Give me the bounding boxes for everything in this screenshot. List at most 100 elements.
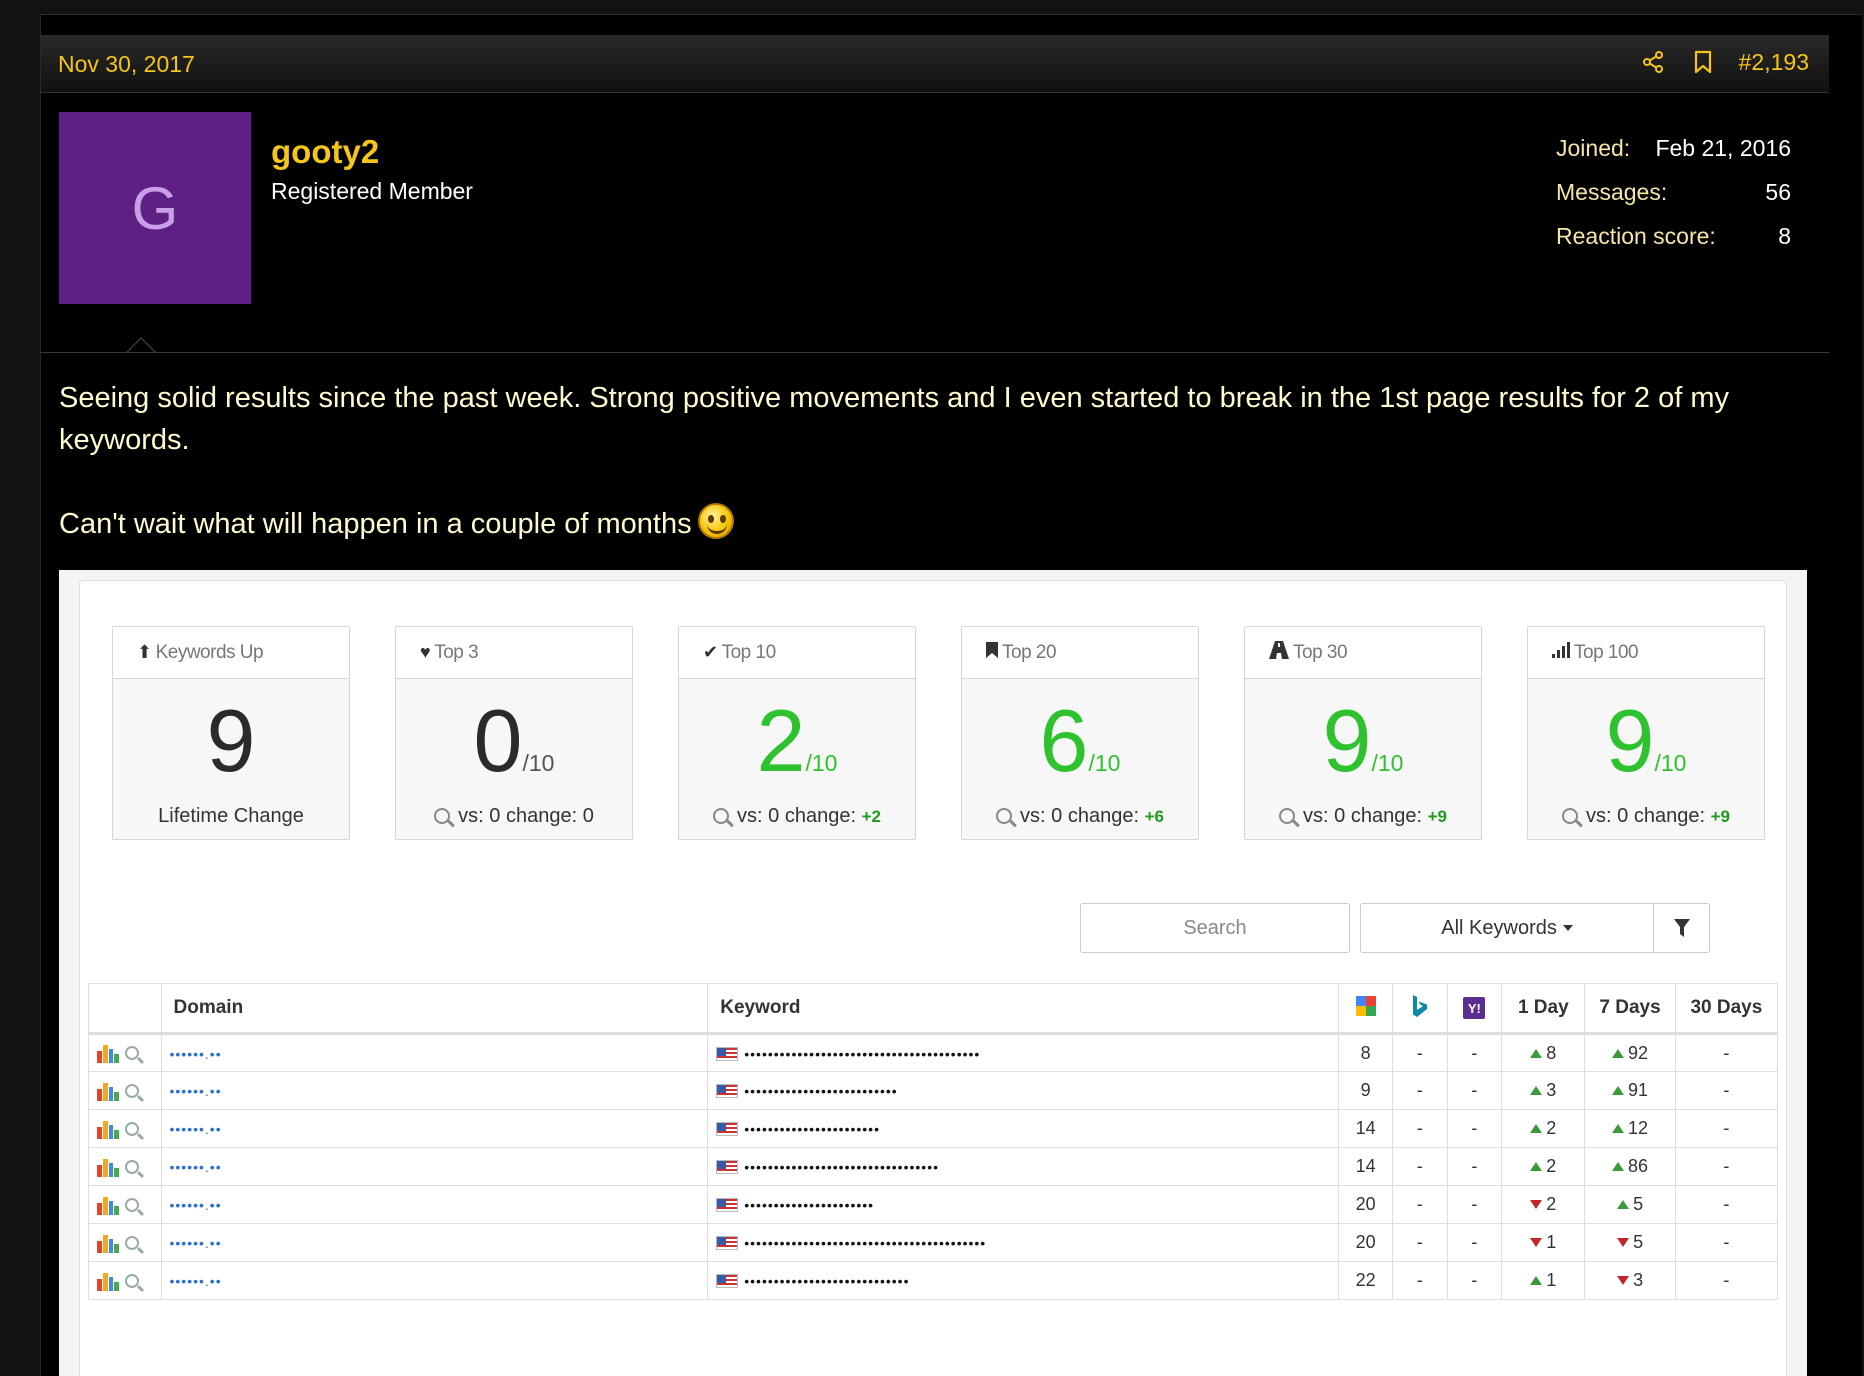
domain-link[interactable]: ••••••.•• — [170, 1197, 222, 1213]
chart-icon[interactable] — [97, 1119, 119, 1139]
filter-icon[interactable] — [1653, 904, 1709, 952]
arrow-up-icon — [1617, 1200, 1630, 1209]
card-number: 9 — [206, 691, 256, 790]
check-icon: ✔ — [703, 642, 718, 662]
username-link[interactable]: gooty2 — [271, 133, 379, 171]
table-row[interactable]: ••••••.•• •••••••••••••••••••••••••• 9- -3 9… — [88, 1071, 1779, 1110]
domain-link[interactable]: ••••••.•• — [170, 1083, 222, 1099]
card-denominator: /10 — [1371, 750, 1404, 776]
bing-rank: - — [1391, 1185, 1448, 1224]
message-pointer — [125, 337, 157, 354]
search-input[interactable]: Search — [1080, 903, 1350, 953]
day30-header[interactable]: 30 Days — [1674, 983, 1779, 1035]
stat-value: Feb 21, 2016 — [1655, 135, 1791, 161]
day1-header[interactable]: 1 Day — [1501, 983, 1586, 1035]
bing-rank: - — [1391, 1071, 1448, 1110]
day7-value: 86 — [1628, 1156, 1649, 1176]
day1-change: 3 — [1501, 1071, 1586, 1110]
bookmark-icon[interactable] — [1689, 47, 1717, 77]
domain-cell[interactable]: ••••••.•• — [160, 1147, 709, 1186]
domain-cell[interactable]: ••••••.•• — [160, 1109, 709, 1148]
day7-change: 91 — [1584, 1071, 1676, 1110]
search-icon — [434, 808, 451, 824]
card-change: +9 — [1710, 807, 1730, 826]
signal-icon — [1552, 642, 1570, 663]
table-row[interactable]: ••••••.•• •••••••••••••••••••••••••••••••… — [88, 1033, 1779, 1072]
day1-value: 2 — [1546, 1118, 1557, 1138]
keyword-text: ••••••••••••••••••••••• — [744, 1121, 880, 1137]
domain-link[interactable]: ••••••.•• — [170, 1159, 222, 1175]
card-value: 6/10 — [962, 697, 1198, 807]
post-number-link[interactable]: #2,193 — [1739, 49, 1809, 76]
row-action-icons — [97, 1157, 153, 1177]
search-icon[interactable] — [125, 1197, 139, 1212]
arrow-up-icon — [1530, 1048, 1543, 1058]
card-denominator: /10 — [1088, 750, 1121, 776]
keyword-filter-label[interactable]: All Keywords — [1361, 917, 1653, 940]
post-date[interactable]: Nov 30, 2017 — [58, 51, 195, 78]
search-icon[interactable] — [125, 1046, 139, 1060]
embedded-screenshot: ⬆ Keywords Up 9 Lifetime Change ♥ Top 3 0/… — [59, 570, 1807, 1376]
keyword-text: ••••••••••••••••••••••••••••••••••••••••… — [744, 1235, 987, 1251]
chart-icon[interactable] — [97, 1043, 119, 1063]
chart-icon[interactable] — [97, 1081, 119, 1101]
search-icon[interactable] — [125, 1159, 139, 1174]
search-icon[interactable] — [125, 1121, 139, 1136]
card-title: Top 3 — [434, 641, 479, 663]
domain-cell[interactable]: ••••••.•• — [160, 1185, 709, 1224]
card-value: 0/10 — [396, 697, 632, 807]
arrow-down-icon — [1617, 1276, 1630, 1285]
row-actions — [88, 1185, 162, 1224]
table-row[interactable]: ••••••.•• •••••••••••••••••••••••••••••••… — [88, 1147, 1779, 1186]
domain-cell[interactable]: ••••••.•• — [160, 1261, 709, 1300]
day1-change: 1 — [1501, 1261, 1586, 1300]
table-row[interactable]: ••••••.•• •••••••••••••••••••••••••••••••… — [88, 1223, 1779, 1262]
post-header: Nov 30, 2017 #2,193 — [41, 35, 1829, 93]
domain-link[interactable]: ••••••.•• — [170, 1121, 222, 1137]
chart-icon[interactable] — [97, 1195, 119, 1215]
domain-link[interactable]: ••••••.•• — [170, 1046, 222, 1062]
bing-header[interactable] — [1391, 983, 1448, 1035]
domain-cell[interactable]: ••••••.•• — [160, 1071, 709, 1110]
avatar-letter: G — [131, 174, 179, 242]
search-icon — [1562, 808, 1579, 824]
stat-value: 56 — [1765, 179, 1791, 205]
search-icon[interactable] — [125, 1235, 139, 1250]
message-body: Seeing solid results since the past week… — [59, 377, 1829, 545]
chart-icon[interactable] — [97, 1271, 119, 1291]
card-title: Top 10 — [721, 641, 777, 663]
yahoo-header[interactable]: Y! — [1446, 983, 1503, 1035]
domain-cell[interactable]: ••••••.•• — [160, 1033, 709, 1072]
arrow-up-icon — [1530, 1162, 1543, 1171]
google-icon — [1354, 994, 1378, 1018]
day7-change: 86 — [1584, 1147, 1676, 1186]
card-change: +2 — [861, 807, 881, 826]
search-icon[interactable] — [125, 1273, 139, 1288]
day1-change: 2 — [1501, 1147, 1586, 1186]
domain-link[interactable]: ••••••.•• — [170, 1273, 222, 1289]
keyword-cell: •••••••••••••••••••••••••••••••••••••••• — [707, 1033, 1340, 1072]
table-row[interactable]: ••••••.•• •••••••••••••••••••••••••••• 22-… — [88, 1261, 1779, 1300]
card-foot-text: vs: 0 change: — [1586, 805, 1711, 827]
table-row[interactable]: ••••••.•• •••••••••••••••••••••• 20- -2 5- — [88, 1185, 1779, 1224]
day30-change: - — [1674, 1033, 1779, 1072]
day7-header[interactable]: 7 Days — [1584, 983, 1676, 1035]
keyword-filter-dropdown[interactable]: All Keywords — [1360, 903, 1710, 953]
domain-header[interactable]: Domain — [160, 983, 709, 1035]
table-row[interactable]: ••••••.•• ••••••••••••••••••••••• 14- -2 12- — [88, 1109, 1779, 1148]
search-icon[interactable] — [125, 1083, 139, 1098]
google-header[interactable] — [1338, 983, 1393, 1035]
us-flag-icon — [716, 1122, 739, 1136]
domain-cell[interactable]: ••••••.•• — [160, 1223, 709, 1262]
yahoo-rank: - — [1446, 1033, 1503, 1072]
chart-icon[interactable] — [97, 1233, 119, 1253]
avatar[interactable]: G — [59, 112, 251, 304]
domain-link[interactable]: ••••••.•• — [170, 1235, 222, 1251]
bing-icon — [1408, 994, 1432, 1018]
day1-change: 8 — [1501, 1033, 1586, 1072]
day7-change: 5 — [1584, 1185, 1676, 1224]
card-top-10: ✔ Top 10 2/10 vs: 0 change: +2 — [678, 626, 916, 840]
share-icon[interactable] — [1639, 47, 1667, 77]
keyword-header[interactable]: Keyword — [707, 983, 1340, 1035]
chart-icon[interactable] — [97, 1157, 119, 1177]
